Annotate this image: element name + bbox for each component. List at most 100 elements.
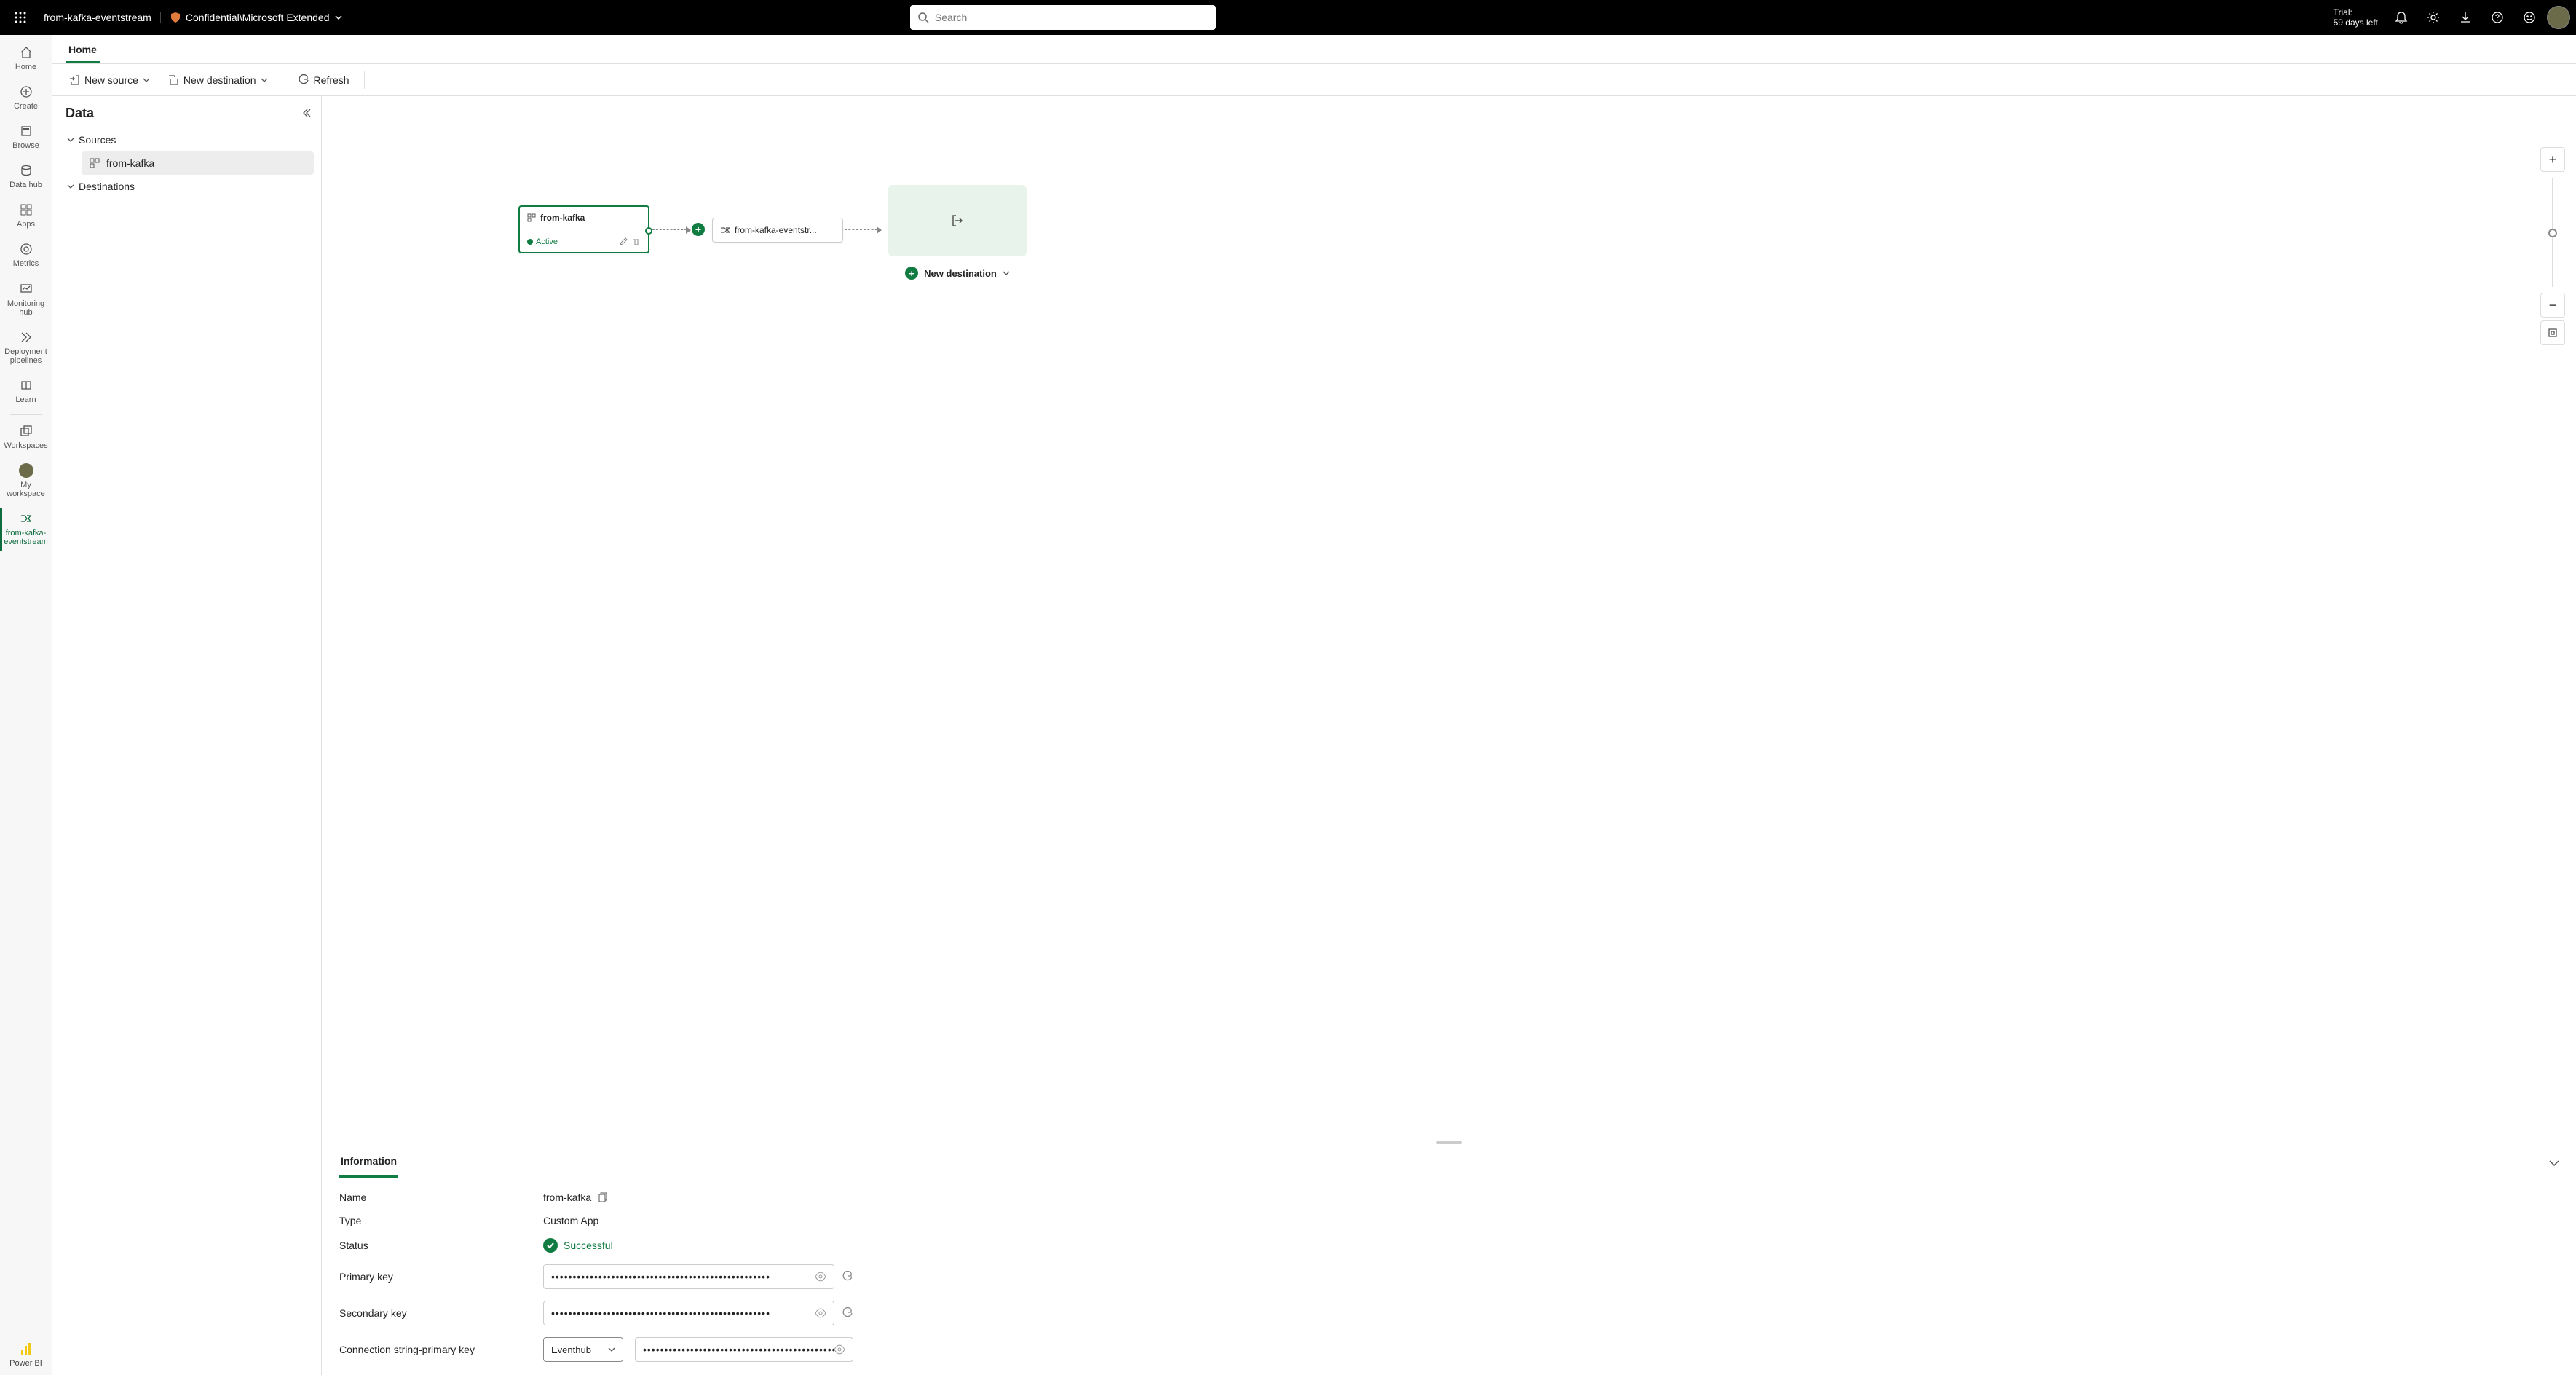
new-source-button[interactable]: New source xyxy=(61,70,157,90)
source-icon xyxy=(527,213,536,222)
nav-current-eventstream[interactable]: from-kafka-eventstream xyxy=(0,505,52,553)
reveal-icon[interactable] xyxy=(815,1307,826,1319)
nav-deploy[interactable]: Deployment pipelines xyxy=(0,324,52,372)
settings-icon[interactable] xyxy=(2419,3,2448,32)
chevron-down-icon xyxy=(143,76,150,84)
label-primary-key: Primary key xyxy=(339,1271,543,1283)
nav-learn[interactable]: Learn xyxy=(0,372,52,411)
help-icon[interactable] xyxy=(2483,3,2512,32)
delete-icon[interactable] xyxy=(632,237,641,246)
conn-primary-field: ••••••••••••••••••••••••••••••••••••••••… xyxy=(635,1337,853,1362)
regenerate-icon[interactable] xyxy=(842,1307,853,1319)
exit-icon xyxy=(951,214,964,227)
stream-icon xyxy=(720,225,730,235)
home-icon xyxy=(19,45,33,60)
toolbar: New source New destination Refresh xyxy=(52,64,2576,96)
primary-key-field: ••••••••••••••••••••••••••••••••••••••••… xyxy=(543,1264,834,1289)
panel-resize-handle[interactable] xyxy=(322,1140,2576,1146)
value-name: from-kafka xyxy=(543,1191,2559,1203)
status-successful: Successful xyxy=(543,1238,613,1253)
edge-arrow xyxy=(845,229,881,231)
label-status: Status xyxy=(339,1240,543,1251)
chevron-down-icon xyxy=(334,13,343,22)
browse-icon xyxy=(19,124,33,138)
chevron-down-icon xyxy=(67,183,74,190)
shield-icon xyxy=(170,12,181,23)
nav-my-workspace[interactable]: My workspace xyxy=(0,457,52,505)
chevron-down-icon xyxy=(608,1346,615,1353)
tab-home[interactable]: Home xyxy=(66,38,100,63)
apps-icon xyxy=(19,202,33,217)
notifications-icon[interactable] xyxy=(2387,3,2416,32)
destination-placeholder[interactable] xyxy=(888,185,1027,256)
download-icon[interactable] xyxy=(2451,3,2480,32)
edit-icon[interactable] xyxy=(619,237,628,246)
destination-zone: + New destination xyxy=(888,185,1027,284)
stream-node[interactable]: from-kafka-eventstr... xyxy=(712,218,843,243)
toolbar-separator xyxy=(364,71,365,89)
export-icon xyxy=(167,74,179,86)
monitoring-icon xyxy=(19,282,33,296)
secondary-key-field: ••••••••••••••••••••••••••••••••••••••••… xyxy=(543,1301,834,1325)
zoom-out-button[interactable]: − xyxy=(2540,293,2565,318)
nav-apps[interactable]: Apps xyxy=(0,197,52,236)
nav-browse[interactable]: Browse xyxy=(0,118,52,157)
nav-home[interactable]: Home xyxy=(0,39,52,79)
source-item-from-kafka[interactable]: from-kafka xyxy=(82,151,314,175)
app-launcher-icon[interactable] xyxy=(6,3,35,32)
label-conn-primary: Connection string-primary key xyxy=(339,1344,543,1355)
destinations-group[interactable]: Destinations xyxy=(66,175,314,198)
info-panel: Information Name from-kafka Type xyxy=(322,1146,2576,1375)
chevron-down-icon xyxy=(1003,269,1010,277)
check-circle-icon xyxy=(543,1238,558,1253)
new-destination-button[interactable]: New destination xyxy=(160,70,275,90)
node-status: Active xyxy=(527,237,558,246)
sensitivity-label[interactable]: Confidential\Microsoft Extended xyxy=(161,12,352,23)
zoom-in-button[interactable]: + xyxy=(2540,147,2565,172)
breadcrumb-title: from-kafka-eventstream xyxy=(35,12,161,23)
zoom-slider[interactable] xyxy=(2552,178,2553,287)
create-icon xyxy=(19,84,33,99)
nav-workspaces[interactable]: Workspaces xyxy=(0,418,52,457)
collapse-info-button[interactable] xyxy=(2545,1154,2563,1171)
powerbi-icon xyxy=(19,1341,33,1356)
tab-information[interactable]: Information xyxy=(339,1146,398,1178)
edge-arrow xyxy=(652,229,690,231)
nav-powerbi[interactable]: Power BI xyxy=(0,1336,52,1375)
zoom-controls: + − xyxy=(2540,147,2566,345)
data-side-panel: Data Sources from-kafka Destinations xyxy=(52,96,322,1375)
connection-point[interactable] xyxy=(645,227,652,235)
add-transform-button[interactable]: + xyxy=(692,223,705,236)
zoom-fit-button[interactable] xyxy=(2540,320,2565,345)
datahub-icon xyxy=(19,163,33,178)
status-dot-icon xyxy=(527,239,533,245)
reveal-icon[interactable] xyxy=(815,1271,826,1283)
canvas[interactable]: from-kafka Active xyxy=(322,96,2576,1140)
regenerate-icon[interactable] xyxy=(842,1271,853,1283)
chevron-down-icon xyxy=(67,136,74,143)
nav-monitoring[interactable]: Monitoring hub xyxy=(0,276,52,324)
reveal-icon[interactable] xyxy=(834,1344,845,1355)
collapse-panel-button[interactable] xyxy=(298,105,314,121)
refresh-button[interactable]: Refresh xyxy=(291,70,357,90)
refresh-icon xyxy=(298,74,309,86)
copy-icon[interactable] xyxy=(598,1192,609,1202)
search-box[interactable] xyxy=(910,5,1216,30)
nav-datahub[interactable]: Data hub xyxy=(0,157,52,197)
learn-icon xyxy=(19,378,33,393)
source-node[interactable]: from-kafka Active xyxy=(518,205,649,253)
label-secondary-key: Secondary key xyxy=(339,1307,543,1319)
connection-format-select[interactable]: Eventhub xyxy=(543,1337,623,1362)
tab-bar: Home xyxy=(52,35,2576,64)
import-icon xyxy=(68,74,80,86)
nav-rail: Home Create Browse Data hub Apps Metrics… xyxy=(0,35,52,1375)
search-input[interactable] xyxy=(935,12,1209,23)
eventstream-icon xyxy=(19,511,33,526)
avatar[interactable] xyxy=(2547,6,2570,29)
nav-create[interactable]: Create xyxy=(0,79,52,118)
sources-group[interactable]: Sources xyxy=(66,128,314,151)
feedback-icon[interactable] xyxy=(2515,3,2544,32)
nav-metrics[interactable]: Metrics xyxy=(0,236,52,275)
zoom-thumb[interactable] xyxy=(2548,229,2557,237)
new-destination-canvas-button[interactable]: + New destination xyxy=(898,262,1017,284)
